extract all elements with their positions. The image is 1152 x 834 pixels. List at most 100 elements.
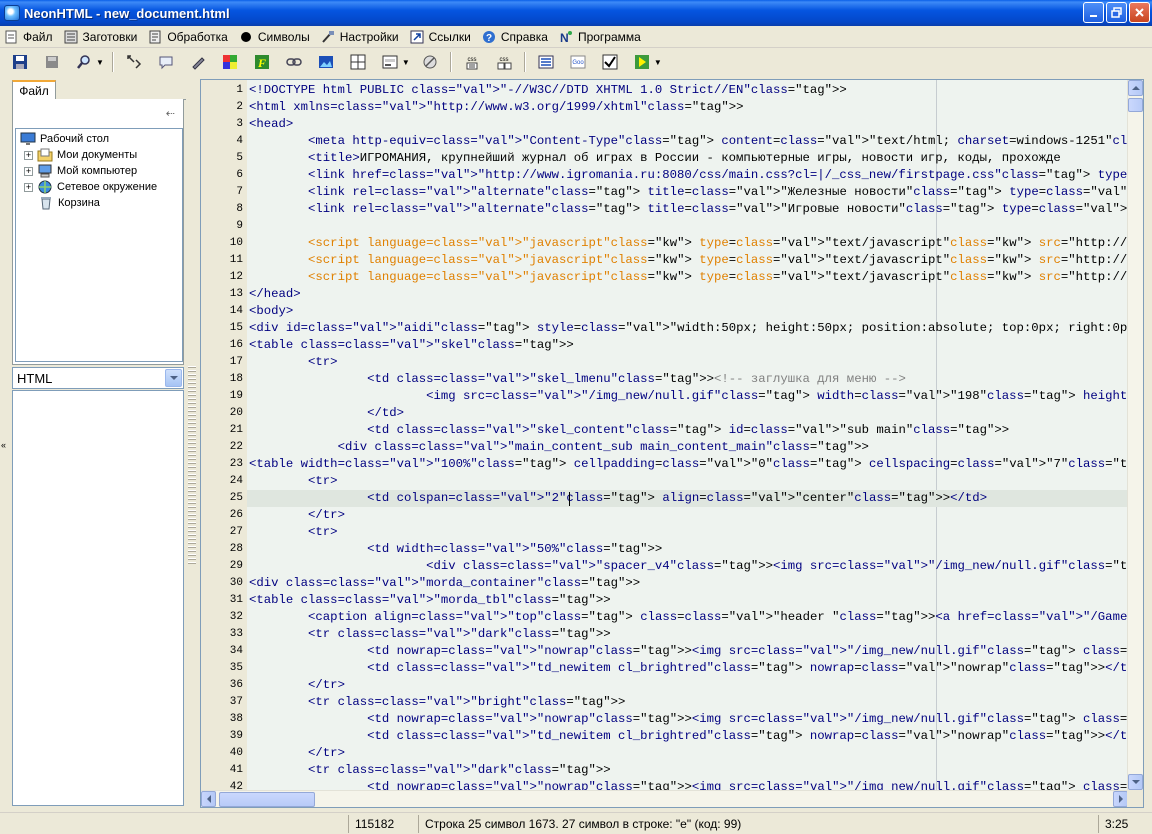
code-line[interactable]: </tr> [249, 745, 345, 762]
code-line[interactable]: <script language=class="val">"javascript… [249, 235, 1129, 252]
code-line[interactable]: <td nowrap=class="val">"nowrap"class="ta… [249, 711, 1129, 728]
tree-item-desktop[interactable]: Рабочий стол [20, 131, 109, 147]
code-line[interactable]: <div class=class="val">"main_content_sub… [249, 439, 869, 456]
code-line[interactable]: </td> [249, 405, 404, 422]
code-line[interactable]: <div class=class="val">"spacer_v4"class=… [249, 558, 1129, 575]
hyperlink-button[interactable] [283, 51, 305, 73]
code-editor[interactable]: 1 2 3 4 5 6 7 8 9 10 11 12 13 14 15 16 17 18 19 20 21 22 23 24 2… [200, 79, 1144, 808]
google-button[interactable]: Goo [567, 51, 589, 73]
font-button[interactable]: F [251, 51, 273, 73]
code-line[interactable]: <table width=class="val">"100%"class="ta… [249, 456, 1129, 473]
color-button[interactable] [219, 51, 241, 73]
tree-item-recycle-bin[interactable]: Корзина [38, 195, 100, 211]
save-all-button[interactable] [41, 51, 63, 73]
code-line[interactable]: <title>ИГРОМАНИЯ, крупнейший журнал об и… [249, 150, 1061, 167]
code-line[interactable]: <tr class=class="val">"dark"class="tag">… [249, 626, 611, 643]
menu-links[interactable]: Ссылки [406, 27, 478, 47]
tab-file[interactable]: Файл [12, 80, 56, 100]
code-line[interactable]: <caption align=class="val">"top"class="t… [249, 609, 1129, 626]
code-line[interactable]: <tr class=class="val">"dark"class="tag">… [249, 762, 611, 779]
code-line[interactable]: <div class=class="val">"morda_container"… [249, 575, 640, 592]
code-line[interactable]: <tr> [249, 354, 338, 371]
scroll-right-button[interactable] [1113, 791, 1128, 807]
preview-button[interactable] [631, 51, 653, 73]
tree-item-my-documents[interactable]: + Мои документы [24, 147, 137, 163]
language-select[interactable]: HTML [12, 367, 184, 389]
code-line[interactable]: <html xmlns=class="val">"http://www.w3.o… [249, 99, 743, 116]
code-line[interactable]: <meta http-equiv=class="val">"Content-Ty… [249, 133, 1129, 150]
code-line[interactable]: </head> [249, 286, 301, 303]
form-button[interactable] [379, 51, 401, 73]
code-line[interactable]: <td class=class="val">"td_newitem cl_bri… [249, 660, 1129, 677]
code-line[interactable]: <table class=class="val">"morda_tbl"clas… [249, 592, 611, 609]
code-line[interactable]: <td width=class="val">"50%"class="tag">> [249, 541, 662, 558]
close-button[interactable] [1129, 2, 1150, 23]
menu-help[interactable]: ? Справка [478, 27, 555, 47]
code-line[interactable]: <tr class=class="val">"bright"class="tag… [249, 694, 625, 711]
code-line[interactable]: </tr> [249, 677, 345, 694]
menu-processing[interactable]: Обработка [144, 27, 235, 47]
code-line[interactable]: <tr> [249, 473, 338, 490]
pen-button[interactable] [187, 51, 209, 73]
code-line[interactable]: <div id=class="val">"aidi"class="tag"> s… [249, 320, 1129, 337]
code-line[interactable]: <tr> [249, 524, 338, 541]
tree-item-my-computer[interactable]: + Мой компьютер [24, 163, 137, 179]
menu-symbols[interactable]: Символы [235, 27, 317, 47]
menu-program[interactable]: N Программа [555, 27, 648, 47]
code-line[interactable]: <td nowrap=class="val">"nowrap"class="ta… [249, 643, 1129, 660]
code-line[interactable]: <!DOCTYPE html PUBLIC class="val">"-//W3… [249, 82, 847, 99]
code-line[interactable]: <link href=class="val">"http://www.igrom… [249, 167, 1129, 184]
code-line[interactable]: <table class=class="val">"skel"class="ta… [249, 337, 574, 354]
minimize-button[interactable] [1083, 2, 1104, 23]
css-button[interactable]: css [461, 51, 483, 73]
code-line[interactable]: <img src=class="val">"/img_new/null.gif"… [249, 388, 1129, 405]
find-button[interactable] [73, 51, 95, 73]
code-line[interactable]: <td class=class="val">"skel_lmenu"class=… [249, 371, 906, 388]
chevron-down-icon[interactable] [165, 369, 182, 387]
scroll-left-button[interactable] [201, 791, 216, 807]
save-button[interactable] [9, 51, 31, 73]
expand-icon[interactable]: + [24, 166, 33, 176]
collapse-panel-icon[interactable]: ⇠ [166, 107, 175, 120]
expand-left-icon[interactable]: « [1, 440, 6, 450]
horizontal-scrollbar[interactable] [201, 790, 1129, 807]
scroll-up-button[interactable] [1128, 80, 1143, 96]
code-line[interactable]: <script language=class="val">"javascript… [249, 269, 1129, 286]
code-line[interactable]: <td colspan=class="val">"2"class="tag"> … [247, 490, 1127, 507]
scroll-down-button[interactable] [1128, 774, 1143, 790]
code-line[interactable]: <link rel=class="val">"alternate"class="… [249, 201, 1129, 218]
vertical-scroll-thumb[interactable] [1128, 98, 1143, 112]
code-line[interactable]: <td class=class="val">"skel_content"clas… [249, 422, 1009, 439]
comment-button[interactable] [155, 51, 177, 73]
validate-button[interactable] [599, 51, 621, 73]
table-button[interactable] [347, 51, 369, 73]
comment-icon [159, 56, 173, 70]
form-dropdown-icon[interactable]: ▼ [402, 58, 410, 67]
tag-list-pane[interactable] [12, 390, 184, 806]
code-line[interactable]: <head> [249, 116, 293, 133]
code-line[interactable]: <body> [249, 303, 293, 320]
tree-item-label: Рабочий стол [40, 133, 110, 145]
panel-splitter-grip[interactable] [188, 366, 196, 566]
expand-icon[interactable]: + [24, 150, 33, 160]
image-button[interactable] [315, 51, 337, 73]
list-button[interactable] [535, 51, 557, 73]
code-area[interactable]: <!DOCTYPE html PUBLIC class="val">"-//W3… [247, 80, 1129, 791]
vertical-scrollbar[interactable] [1127, 80, 1143, 791]
preview-dropdown-icon[interactable]: ▼ [654, 58, 662, 67]
no-break-button[interactable] [419, 51, 441, 73]
css-style-button[interactable]: css [493, 51, 515, 73]
maximize-button[interactable] [1106, 2, 1127, 23]
menu-settings[interactable]: Настройки [317, 27, 406, 47]
horizontal-scroll-thumb[interactable] [219, 792, 315, 807]
code-line[interactable]: </tr> [249, 507, 345, 524]
tree-item-network[interactable]: + Сетевое окружение [24, 179, 157, 195]
code-line[interactable]: <td class=class="val">"td_newitem cl_bri… [249, 728, 1129, 745]
expand-icon[interactable]: + [24, 182, 33, 192]
menu-templates[interactable]: Заготовки [60, 27, 145, 47]
find-dropdown-icon[interactable]: ▼ [96, 58, 104, 67]
code-line[interactable]: <link rel=class="val">"alternate"class="… [249, 184, 1129, 201]
menu-file[interactable]: Файл [0, 27, 60, 47]
code-line[interactable]: <script language=class="val">"javascript… [249, 252, 1129, 269]
tag-tool-button[interactable] [123, 51, 145, 73]
